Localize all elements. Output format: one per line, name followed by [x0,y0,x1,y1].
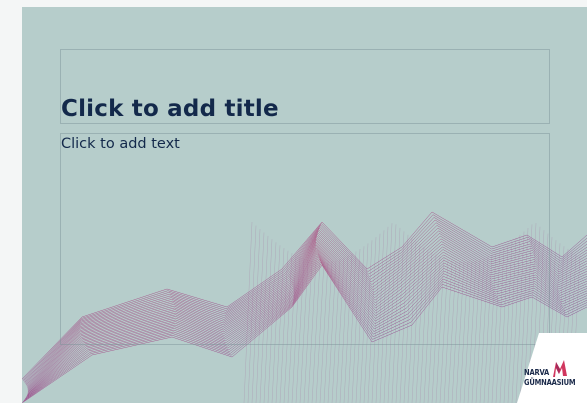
editor-canvas: Click to add title Click to add text NAR… [0,0,587,403]
title-placeholder-text[interactable]: Click to add title [61,96,279,122]
logo-text-gymnaasium: GÜMNAASIUM [524,378,576,387]
body-placeholder-text[interactable]: Click to add text [61,136,180,152]
body-placeholder[interactable]: Click to add text [60,133,550,345]
logo-text-narva: NARVA [524,368,550,377]
slide[interactable]: Click to add title Click to add text NAR… [22,7,587,403]
school-logo: NARVA GÜMNAASIUM [524,357,584,397]
narva-gymnasium-logo-icon [553,360,567,377]
title-placeholder[interactable]: Click to add title [60,49,550,124]
